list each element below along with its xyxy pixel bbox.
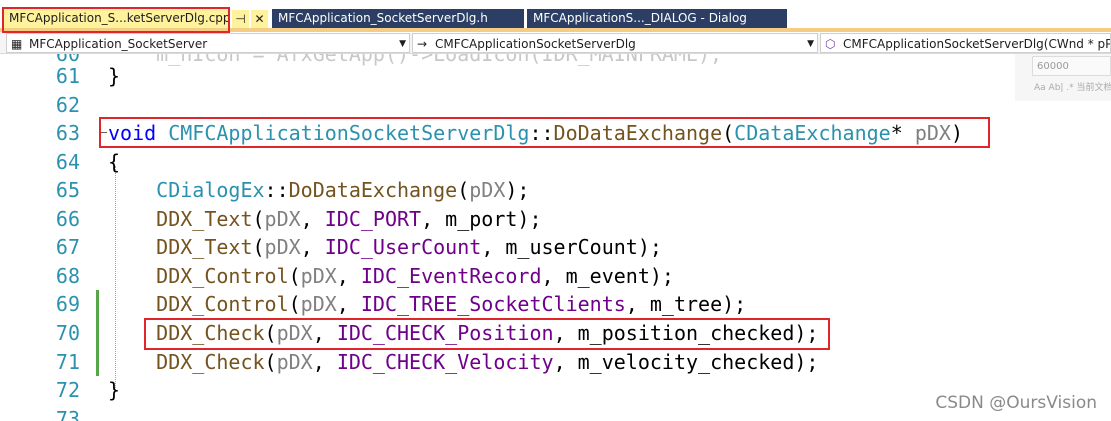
position-check-highlight-box: [144, 318, 830, 350]
project-dropdown[interactable]: ▦ MFCApplication_SocketServer ▼: [6, 33, 410, 53]
line-number: 67: [55, 235, 80, 259]
watermark: CSDN @OursVision: [935, 393, 1097, 413]
close-tab-icon[interactable]: ✕: [251, 10, 268, 28]
member-dropdown-label: CMFCApplicationSocketServerDlg(CWnd * pP…: [843, 37, 1111, 51]
change-marker: [96, 290, 99, 376]
tab-dialog-resource[interactable]: MFCApplicationS..._DIALOG - Dialog: [527, 9, 787, 28]
class-dropdown-label: CMFCApplicationSocketServerDlg: [435, 37, 636, 51]
project-dropdown-label: MFCApplication_SocketServer: [29, 37, 208, 51]
code-line[interactable]: DDX_Check(pDX, IDC_CHECK_Velocity, m_vel…: [108, 348, 818, 376]
line-number: 62: [55, 93, 80, 117]
project-icon: ▦: [11, 37, 23, 51]
code-line[interactable]: DDX_Control(pDX, IDC_TREE_SocketClients,…: [108, 290, 746, 318]
line-number: 65: [55, 178, 80, 202]
code-line-partial: m_hIcon = AfxGetApp()->LoadIcon(IDR_MAIN…: [108, 54, 723, 66]
line-number: 72: [55, 378, 80, 402]
code-line[interactable]: }: [108, 62, 120, 90]
active-tab-highlight-box: [2, 7, 230, 33]
line-number: 70: [55, 321, 80, 345]
class-dropdown[interactable]: → CMFCApplicationSocketServerDlg ▼: [412, 33, 818, 53]
code-line[interactable]: }: [108, 376, 120, 404]
code-editor[interactable]: 60 m_hIcon = AfxGetApp()->LoadIcon(IDR_M…: [0, 54, 1111, 421]
line-number: 63: [55, 121, 80, 145]
line-number: 71: [55, 350, 80, 374]
arrow-right-icon: →: [417, 37, 428, 51]
line-number: 68: [55, 264, 80, 288]
code-line[interactable]: DDX_Text(pDX, IDC_UserCount, m_userCount…: [108, 233, 662, 261]
method-icon: ⬡: [825, 37, 836, 51]
signature-highlight-box: [99, 117, 990, 148]
code-line[interactable]: DDX_Control(pDX, IDC_EventRecord, m_even…: [108, 262, 674, 290]
navigation-bar: ▦ MFCApplication_SocketServer ▼ → CMFCAp…: [0, 33, 1111, 54]
tab-serverdlg-h[interactable]: MFCApplication_SocketServerDlg.h: [272, 9, 524, 28]
line-number: 73: [55, 407, 80, 421]
code-line[interactable]: DDX_Text(pDX, IDC_PORT, m_port);: [108, 205, 541, 233]
line-number: 61: [55, 64, 80, 88]
line-number: 64: [55, 150, 80, 174]
find-input[interactable]: 60000: [1032, 56, 1111, 76]
line-number: 69: [55, 292, 80, 316]
chevron-down-icon: ▼: [399, 39, 406, 49]
code-line[interactable]: {: [108, 148, 120, 176]
code-line[interactable]: CDialogEx::DoDataExchange(pDX);: [108, 176, 529, 204]
document-tab-bar: MFCApplication_S...ketServerDlg.cpp ⊣ ✕ …: [0, 0, 1111, 33]
pin-tab-icon[interactable]: ⊣: [232, 10, 249, 28]
chevron-down-icon: ▼: [807, 39, 814, 49]
line-number: 66: [55, 207, 80, 231]
member-dropdown[interactable]: ⬡ CMFCApplicationSocketServerDlg(CWnd * …: [820, 33, 1111, 53]
find-options[interactable]: Aa Ab| .* 当前文档: [1034, 80, 1111, 93]
